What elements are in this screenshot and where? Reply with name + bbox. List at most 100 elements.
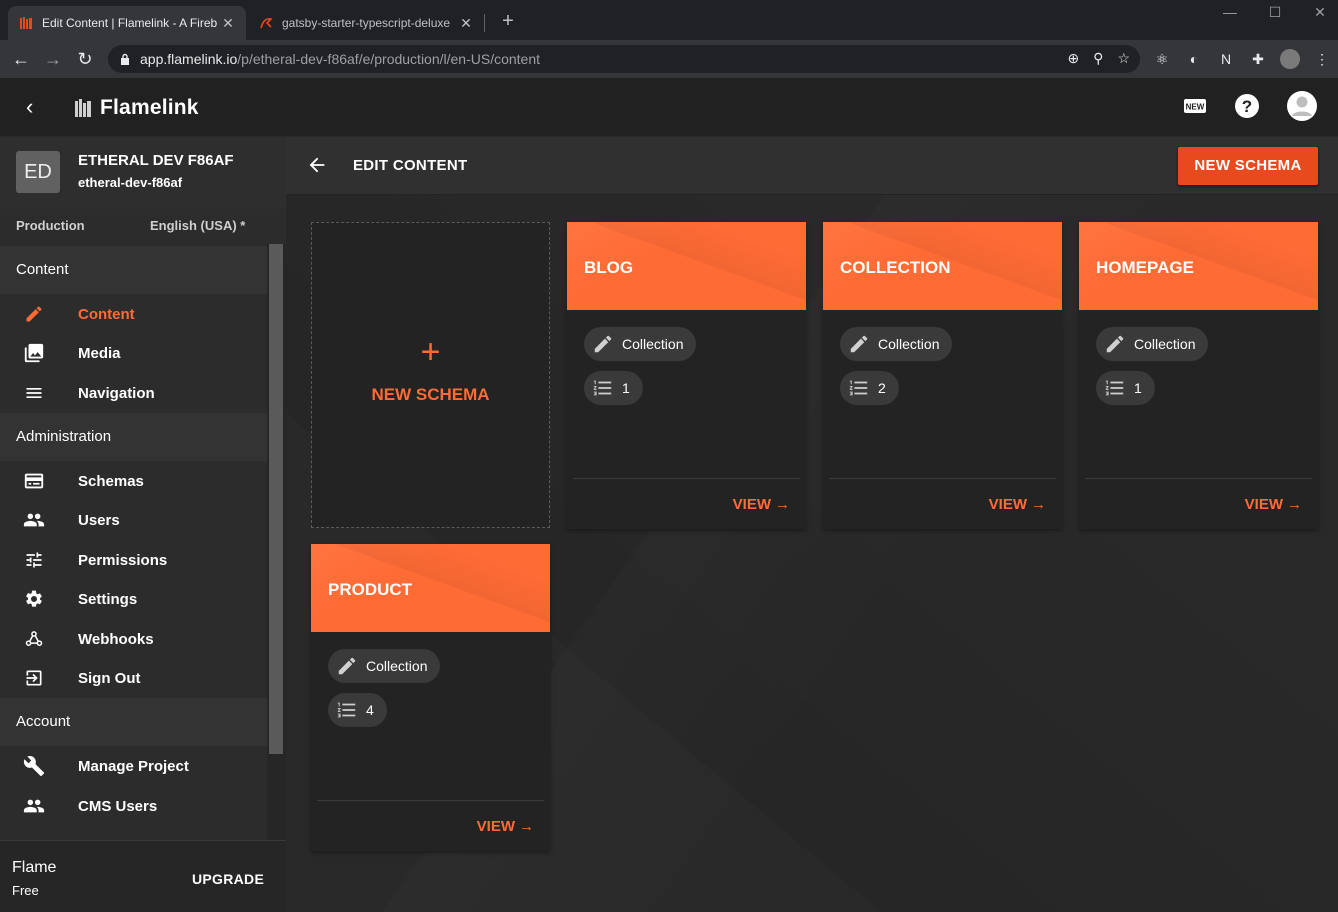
view-button[interactable]: VIEW → [989, 496, 1046, 513]
entry-count-chip: 4 [328, 693, 387, 727]
sign-out-icon [22, 666, 46, 690]
entry-count: 1 [622, 380, 630, 396]
tab-separator [484, 14, 485, 32]
card-divider [317, 800, 544, 801]
project-id: etheral-dev-f86af [78, 175, 183, 190]
pencil-icon [848, 333, 870, 355]
new-tab-icon[interactable]: + [498, 10, 518, 33]
tab-title: Edit Content | Flamelink - A Fireb [42, 16, 218, 30]
schema-name: PRODUCT [328, 580, 413, 599]
entry-count: 4 [366, 702, 374, 718]
sidebar-item-content[interactable]: Content [0, 295, 267, 333]
upgrade-button[interactable]: UPGRADE [192, 871, 264, 887]
react-devtools-icon[interactable]: ⚛ [1152, 49, 1172, 69]
page-header: EDIT CONTENT NEW SCHEMA [286, 137, 1338, 195]
schema-type-chip: Collection [328, 649, 441, 683]
plan-tier: Free [12, 883, 39, 898]
minimize-icon[interactable]: — [1220, 4, 1240, 20]
numbered-list-icon [592, 377, 614, 399]
schema-card-collection[interactable]: COLLECTION Collection 2 VIEW → [823, 222, 1062, 529]
bookmark-star-icon[interactable]: ☆ [1117, 50, 1130, 67]
schema-type-label: Collection [1134, 336, 1196, 352]
notion-icon[interactable]: N [1216, 49, 1236, 69]
wrench-icon [22, 754, 46, 778]
flamelink-logo-icon [75, 99, 91, 117]
schema-name: COLLECTION [840, 258, 951, 277]
lock-icon [121, 53, 129, 65]
sidebar-scrollbar-thumb[interactable] [269, 244, 283, 754]
sidebar-item-users[interactable]: Users [0, 501, 267, 539]
sidebar-item-media[interactable]: Media [0, 334, 267, 372]
sidebar-item-webhooks[interactable]: Webhooks [0, 620, 267, 658]
new-schema-card[interactable]: + NEW SCHEMA [311, 222, 550, 528]
view-button[interactable]: VIEW → [1245, 496, 1302, 513]
profile-avatar[interactable] [1280, 49, 1300, 69]
add-icon[interactable]: ⊕ [1067, 50, 1079, 67]
help-icon[interactable]: ? [1233, 92, 1261, 120]
back-icon[interactable]: ← [10, 48, 32, 70]
user-avatar-icon[interactable] [1286, 90, 1318, 122]
forward-icon[interactable]: → [42, 48, 64, 70]
tab-gatsby[interactable]: gatsby-starter-typescript-deluxe ✕ [248, 6, 484, 40]
sidebar-item-label: Users [78, 511, 120, 529]
tab-flamelink[interactable]: Edit Content | Flamelink - A Fireb ✕ [8, 6, 246, 40]
sidebar-item-cms-users[interactable]: CMS Users [0, 787, 267, 825]
sidebar-item-label: Content [78, 305, 135, 323]
view-button[interactable]: VIEW → [733, 496, 790, 513]
environment-selector[interactable]: Production [16, 218, 85, 233]
schema-type-chip: Collection [1096, 327, 1209, 361]
schema-type-label: Collection [622, 336, 684, 352]
main-content: EDIT CONTENT NEW SCHEMA + NEW SCHEMA BLO… [286, 137, 1338, 912]
brand-name: Flamelink [100, 96, 199, 119]
sidebar-item-label: Media [78, 344, 121, 362]
plus-icon: + [420, 333, 441, 371]
arrow-back-icon[interactable] [306, 154, 328, 176]
users-icon [22, 508, 46, 532]
sidebar: ED ETHERAL DEV F86AF etheral-dev-f86af P… [0, 137, 286, 912]
new-schema-button[interactable]: NEW SCHEMA [1178, 147, 1318, 185]
reload-icon[interactable]: ↻ [74, 48, 96, 70]
extension-icon[interactable]: ◐ [1184, 49, 1204, 69]
sidebar-item-manage-project[interactable]: Manage Project [0, 747, 267, 785]
page-title: EDIT CONTENT [353, 157, 468, 174]
sidebar-item-schemas[interactable]: Schemas [0, 462, 267, 500]
schema-card-blog[interactable]: BLOG Collection 1 VIEW → [567, 222, 806, 529]
puzzle-icon[interactable]: ✚ [1248, 49, 1268, 69]
chevron-left-icon[interactable]: ‹ [26, 94, 33, 120]
view-button[interactable]: VIEW → [477, 818, 534, 835]
sidebar-item-label: Settings [78, 590, 138, 608]
schema-icon [22, 469, 46, 493]
entry-count: 1 [1134, 380, 1142, 396]
address-bar[interactable]: app.flamelink.io/p/etheral-dev-f86af/e/p… [108, 45, 1140, 73]
schema-name: BLOG [584, 258, 634, 277]
close-tab-icon[interactable]: ✕ [220, 15, 236, 32]
plan-footer: Flame Free UPGRADE [0, 840, 286, 912]
project-switcher[interactable]: ED ETHERAL DEV F86AF etheral-dev-f86af [0, 137, 286, 209]
sidebar-item-permissions[interactable]: Permissions [0, 541, 267, 579]
close-tab-icon[interactable]: ✕ [458, 15, 474, 32]
new-badge-icon[interactable]: NEW [1181, 92, 1209, 120]
schema-card-homepage[interactable]: HOMEPAGE Collection 1 VIEW → [1079, 222, 1318, 529]
close-window-icon[interactable]: ✕ [1310, 4, 1330, 21]
arrow-right-icon: → [1287, 496, 1302, 513]
card-divider [1085, 478, 1312, 479]
schema-card-product[interactable]: PRODUCT Collection 4 VIEW → [311, 544, 550, 851]
flamelink-logo[interactable]: Flamelink [74, 96, 199, 120]
url-host: app.flamelink.io [140, 51, 238, 67]
locale-selector[interactable]: English (USA) * [150, 218, 245, 233]
project-avatar: ED [16, 151, 60, 193]
pencil-icon [336, 655, 358, 677]
card-divider [573, 478, 800, 479]
more-menu-icon[interactable]: ⋮ [1312, 49, 1332, 69]
pencil-icon [22, 302, 46, 326]
schema-name: HOMEPAGE [1096, 258, 1194, 277]
zoom-icon[interactable]: ⚲ [1093, 50, 1103, 67]
sidebar-item-navigation[interactable]: Navigation [0, 374, 267, 412]
sidebar-item-sign-out[interactable]: Sign Out [0, 659, 267, 697]
sidebar-item-label: Schemas [78, 472, 144, 490]
maximize-icon[interactable]: ☐ [1265, 4, 1285, 21]
sidebar-item-settings[interactable]: Settings [0, 580, 267, 618]
sidebar-item-label: CMS Users [78, 797, 158, 815]
numbered-list-icon [1104, 377, 1126, 399]
schema-type-chip: Collection [584, 327, 697, 361]
